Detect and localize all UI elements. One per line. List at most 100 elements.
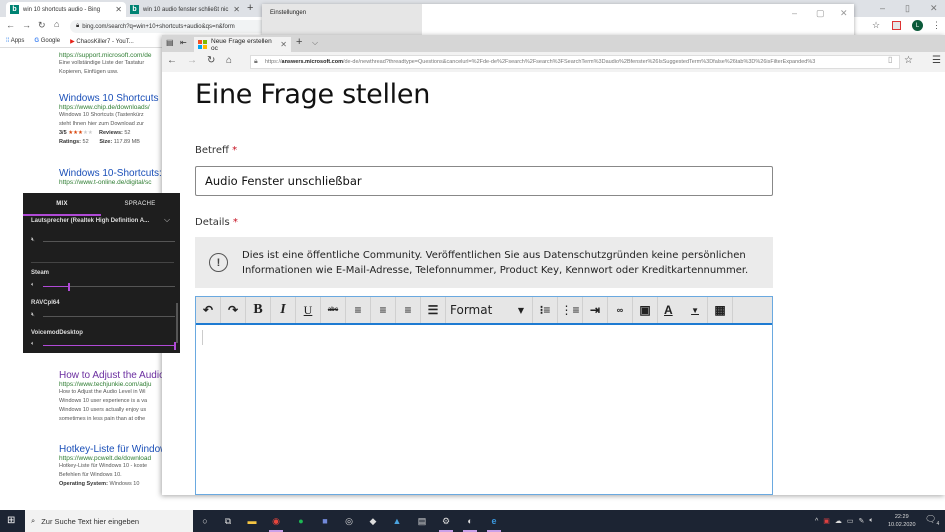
cortana-icon[interactable]: ○ bbox=[198, 514, 212, 528]
extension-icon[interactable] bbox=[892, 21, 901, 30]
home-icon[interactable]: ⌂ bbox=[54, 19, 59, 29]
edge-tab-neue-frage[interactable]: Neue Frage erstellen oc ✕ bbox=[194, 37, 291, 52]
speaker-icon[interactable]: 🔈︎ bbox=[31, 341, 35, 348]
volume-icon[interactable]: 🔈︎ bbox=[869, 517, 873, 525]
obs-icon[interactable]: ◎ bbox=[342, 514, 356, 528]
set-tabs-aside-icon[interactable]: ⇤ bbox=[180, 38, 187, 47]
speaker-muted-icon[interactable]: 🔇︎ bbox=[31, 237, 35, 244]
result-title-link[interactable]: Windows 10-Shortcuts: bbox=[59, 168, 164, 179]
underline-button[interactable]: U bbox=[296, 297, 321, 323]
redo-button[interactable]: ↷ bbox=[221, 297, 246, 323]
file-explorer-icon[interactable]: ▬ bbox=[245, 514, 259, 528]
subject-input[interactable]: Audio Fenster unschließbar bbox=[195, 166, 773, 196]
font-color-dropdown[interactable]: A ▼ bbox=[658, 297, 708, 323]
chrome-tab-bing-shortcuts[interactable]: b win 10 shortcuts audio - Bing ✕ bbox=[6, 2, 126, 17]
tabs-aside-icon[interactable]: ▤ bbox=[166, 38, 174, 47]
undo-button[interactable]: ↶ bbox=[196, 297, 221, 323]
chrome-icon[interactable]: ◉ bbox=[269, 514, 283, 532]
result-title-link[interactable]: Hotkey-Liste für Window bbox=[59, 444, 164, 455]
slider-thumb[interactable] bbox=[174, 342, 176, 350]
result-url[interactable]: https://www.chip.de/downloads/ bbox=[59, 104, 164, 111]
pen-icon[interactable]: ✎ bbox=[859, 517, 865, 525]
close-tab-icon[interactable]: ✕ bbox=[280, 40, 287, 49]
forward-icon[interactable]: → bbox=[22, 20, 31, 30]
settings-minimize-button[interactable]: – bbox=[792, 8, 797, 18]
image-button[interactable]: ▣ bbox=[633, 297, 658, 323]
bookmark-youtube[interactable]: ▶ ChaosKiller7 - YouT... bbox=[70, 38, 134, 45]
settings-maximize-button[interactable]: ▢ bbox=[816, 8, 825, 19]
chrome-tab-bing-fenster[interactable]: b win 10 audio fenster schließt nic ✕ bbox=[126, 2, 244, 17]
result-title-link[interactable]: Windows 10 Shortcuts bbox=[59, 93, 164, 104]
speaker-icon[interactable]: 🔈︎ bbox=[31, 282, 35, 289]
result-url[interactable]: https://www.techjunkie.com/adju bbox=[59, 381, 164, 388]
tray-app-icon[interactable]: ▣ bbox=[823, 517, 830, 525]
table-button[interactable]: ▦ bbox=[708, 297, 733, 323]
close-tab-icon[interactable]: ✕ bbox=[233, 5, 240, 14]
speaker-muted-icon[interactable]: 🔇︎ bbox=[31, 312, 35, 319]
task-view-icon[interactable]: ⧉ bbox=[221, 514, 235, 528]
align-left-button[interactable]: ≡ bbox=[346, 297, 371, 323]
action-center-icon[interactable]: 🗨︎4 bbox=[925, 514, 939, 527]
close-tab-icon[interactable]: ✕ bbox=[115, 5, 122, 14]
master-volume-slider[interactable]: 🔇︎ bbox=[31, 237, 175, 245]
details-textarea[interactable] bbox=[196, 327, 772, 494]
output-device-select[interactable]: Lautsprecher (Realtek High Definition A.… bbox=[31, 218, 149, 224]
strikethrough-button[interactable]: abc bbox=[321, 297, 346, 323]
taskbar-search-box[interactable]: ⌕ Zur Suche Text hier eingeben bbox=[25, 510, 193, 532]
link-button[interactable]: ∞ bbox=[608, 297, 633, 323]
app-icon[interactable]: ▤ bbox=[415, 514, 429, 528]
forward-icon[interactable]: → bbox=[187, 55, 197, 66]
result-url[interactable]: https://www.t-online.de/digital/sc bbox=[59, 179, 164, 186]
edge-address-bar[interactable]: 🔒︎ https://answers.microsoft.com/de-de/n… bbox=[250, 55, 900, 69]
align-justify-button[interactable]: ☰ bbox=[421, 297, 446, 323]
spotify-icon[interactable]: ● bbox=[294, 514, 308, 528]
tab-mix[interactable]: MIX bbox=[23, 193, 101, 215]
steam-volume-slider[interactable]: 🔈︎ bbox=[31, 282, 175, 291]
settings-close-button[interactable]: ✕ bbox=[840, 8, 848, 19]
bookmark-apps[interactable]: ⁞⁞ Apps bbox=[6, 38, 24, 44]
chevron-down-icon[interactable]: ⌵ bbox=[164, 215, 170, 225]
discord-icon[interactable]: ■ bbox=[318, 514, 332, 528]
favorites-hub-icon[interactable]: ☰ bbox=[932, 55, 941, 66]
favorite-star-icon[interactable]: ☆ bbox=[904, 55, 913, 66]
mixer-scrollbar[interactable] bbox=[176, 303, 178, 343]
taskbar-clock[interactable]: 22:29 10.02.2020 bbox=[888, 513, 916, 529]
tab-sprache[interactable]: SPRACHE bbox=[101, 193, 179, 215]
home-icon[interactable]: ⌂ bbox=[226, 55, 232, 66]
reload-icon[interactable]: ↻ bbox=[38, 20, 46, 31]
bold-button[interactable]: B bbox=[246, 297, 271, 323]
network-icon[interactable]: ▭ bbox=[847, 517, 854, 525]
profile-avatar[interactable]: L bbox=[912, 20, 923, 31]
back-icon[interactable]: ← bbox=[6, 20, 15, 30]
reading-view-icon[interactable]: ▯ bbox=[888, 55, 892, 64]
app-icon[interactable]: ▲ bbox=[390, 514, 404, 528]
edge-icon[interactable]: e bbox=[487, 514, 501, 532]
chrome-address-bar[interactable]: 🔒︎ bing.com/search?q=win+10+shortcuts+au… bbox=[70, 20, 270, 33]
edge-new-tab-button[interactable]: + bbox=[296, 36, 302, 48]
maximize-button[interactable]: ▯ bbox=[905, 3, 910, 14]
ravcpl64-volume-slider[interactable]: 🔇︎ bbox=[31, 312, 175, 320]
result-url[interactable]: https://support.microsoft.com/de bbox=[59, 52, 164, 59]
steam-icon[interactable]: ◆ bbox=[366, 514, 380, 528]
chrome-menu-icon[interactable]: ⋮ bbox=[932, 20, 941, 31]
show-hidden-icons-chevron[interactable]: ^ bbox=[815, 518, 818, 525]
refresh-icon[interactable]: ↻ bbox=[207, 55, 215, 66]
result-url[interactable]: https://www.pcwelt.de/download bbox=[59, 455, 164, 462]
onedrive-icon[interactable]: ☁ bbox=[835, 517, 842, 525]
format-dropdown[interactable]: Format ▼ bbox=[446, 297, 533, 323]
italic-button[interactable]: I bbox=[271, 297, 296, 323]
minimize-button[interactable]: – bbox=[880, 3, 885, 13]
back-icon[interactable]: ← bbox=[167, 55, 177, 66]
close-window-button[interactable]: ✕ bbox=[930, 3, 938, 14]
indent-button[interactable]: ⇥ bbox=[583, 297, 608, 323]
new-tab-button[interactable]: + bbox=[247, 2, 253, 14]
bookmark-google[interactable]: G Google bbox=[34, 38, 60, 44]
settings-gear-icon[interactable]: ⚙ bbox=[439, 514, 453, 532]
numbered-list-button[interactable]: ⋮≡ bbox=[558, 297, 583, 323]
align-center-button[interactable]: ≡ bbox=[371, 297, 396, 323]
voicemod-volume-slider[interactable]: 🔈︎ bbox=[31, 341, 176, 350]
slider-thumb[interactable] bbox=[68, 283, 71, 291]
bullet-list-button[interactable]: ⁝≡ bbox=[533, 297, 558, 323]
result-title-link[interactable]: How to Adjust the Audio bbox=[59, 370, 164, 381]
align-right-button[interactable]: ≡ bbox=[396, 297, 421, 323]
